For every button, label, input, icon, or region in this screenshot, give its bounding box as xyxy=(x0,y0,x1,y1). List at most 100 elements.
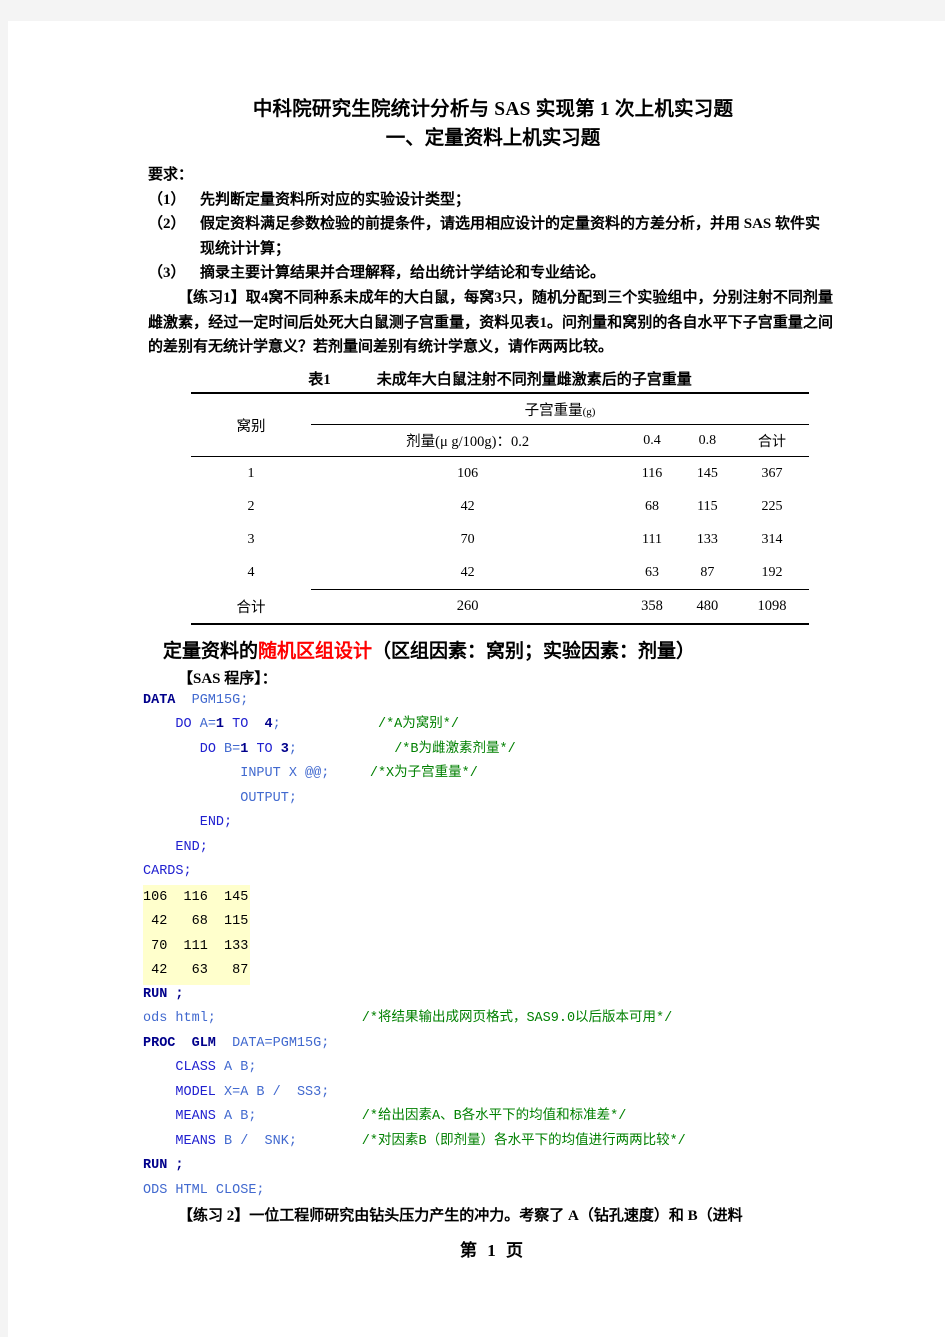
code-token: DATA=PGM15G; xyxy=(232,1035,330,1051)
code-line: MEANS B / SNK; /*对因素B（即剂量）各水平下的均值进行两两比较*… xyxy=(143,1130,833,1155)
code-token: /*A为窝别*/ xyxy=(377,717,459,733)
code-token: A B; xyxy=(224,1109,257,1125)
span-header-unit: (g) xyxy=(582,405,596,418)
code-token: ; xyxy=(288,741,297,757)
requirement-number: （3） xyxy=(148,264,186,281)
column-header-dose-04: 0.4 xyxy=(643,432,661,448)
row-label: 4 xyxy=(247,564,255,580)
code-token: ods html; xyxy=(143,1011,216,1027)
code-data-line-highlight: 70 111 133 xyxy=(143,933,251,961)
cell-value: 63 xyxy=(644,564,659,580)
code-token: 42 63 87 xyxy=(143,963,249,979)
requirements-list: （1） 先判断定量资料所对应的实验设计类型； （2） 假定资料满足参数检验的前提… xyxy=(148,188,833,285)
requirement-number: （2） xyxy=(148,216,186,233)
section-heading-suffix: （区组因素：窝别；实验因素：剂量） xyxy=(372,641,696,663)
code-token: RUN ; xyxy=(143,1158,184,1174)
cell-value: 367 xyxy=(735,456,809,491)
code-line: 42 63 87 xyxy=(143,958,833,985)
total-value: 1098 xyxy=(735,589,809,626)
table-caption-text: 未成年大白鼠注射不同剂量雌激素后的子宫重量 xyxy=(376,372,692,389)
section-heading-highlight: 随机区组设计 xyxy=(258,641,373,663)
code-token: 3 xyxy=(280,741,289,757)
requirement-number: （1） xyxy=(148,192,186,209)
code-token: MEANS xyxy=(175,1109,216,1125)
code-line: PROC GLM DATA=PGM15G; xyxy=(143,1032,833,1057)
code-token: MEANS xyxy=(175,1133,216,1149)
code-token: PROC xyxy=(143,1035,176,1051)
requirements-label: 要求： xyxy=(148,166,194,183)
cell-value: 116 xyxy=(624,456,680,491)
code-data-line-highlight: 42 68 115 xyxy=(143,909,251,936)
cell-value: 70 xyxy=(460,531,475,547)
cell-value: 87 xyxy=(700,564,715,580)
cell-value: 68 xyxy=(644,498,659,514)
column-header-litter: 窝别 xyxy=(191,392,311,457)
table-row: 3 70 111 133 314 xyxy=(191,523,809,556)
row-label: 1 xyxy=(191,456,311,491)
code-token: CARDS; xyxy=(143,864,192,880)
code-line: DATA PGM15G; xyxy=(143,689,833,714)
section-heading-prefix: 定量资料的 xyxy=(163,641,259,663)
code-token: RUN ; xyxy=(143,986,184,1002)
document-subtitle: 一、定量资料上机实习题 xyxy=(385,128,601,150)
cell-value: 192 xyxy=(761,564,783,580)
code-token: ; xyxy=(272,717,281,733)
code-token: 4 xyxy=(264,717,273,733)
code-token: 106 116 145 xyxy=(143,889,249,905)
span-header-text: 子宫重量 xyxy=(524,402,583,419)
list-item: （3） 摘录主要计算结果并合理解释，给出统计学结论和专业结论。 xyxy=(148,261,833,285)
document-page: 中科院研究生院统计分析与 SAS 实现第 1 次上机实习题 一、定量资料上机实习… xyxy=(8,21,945,1337)
table-1-container: 表1 未成年大白鼠注射不同剂量雌激素后的子宫重量 窝别 子宫重量(g) 剂量(μ … xyxy=(191,368,809,626)
total-value: 260 xyxy=(311,589,625,626)
code-token: END; xyxy=(199,815,233,831)
code-line: OUTPUT; xyxy=(143,787,833,812)
code-line: 70 111 133 xyxy=(143,933,833,961)
exercise-2-paragraph: 【练习 2】一位工程师研究由钻头压力产生的冲力。考察了 A（钻孔速度）和 B（进… xyxy=(178,1208,743,1225)
requirement-text: 摘录主要计算结果并合理解释，给出统计学结论和专业结论。 xyxy=(200,264,606,281)
code-token: PGM15G; xyxy=(191,692,249,708)
table-row: 2 42 68 115 225 xyxy=(191,490,809,523)
row-label: 2 xyxy=(247,498,255,514)
code-token: /*将结果输出成网页格式，SAS9.0以后版本可用*/ xyxy=(361,1011,673,1027)
column-header-dose: 剂量(μ g/100g)：0.2 xyxy=(406,434,530,451)
code-line: END; xyxy=(143,836,833,861)
row-label: 3 xyxy=(247,531,255,547)
code-token: B / SNK; xyxy=(224,1133,297,1149)
code-line: RUN ; xyxy=(143,983,833,1008)
section-heading: 定量资料的随机区组设计（区组因素：窝别；实验因素：剂量） xyxy=(163,639,833,665)
code-line: DO A=1 TO 4; /*A为窝别*/ xyxy=(143,713,833,738)
table-caption: 表1 未成年大白鼠注射不同剂量雌激素后的子宫重量 xyxy=(191,368,809,392)
code-token: MODEL xyxy=(175,1084,216,1100)
page-footer: 第 1 页 xyxy=(460,1240,526,1260)
code-token: TO xyxy=(256,741,273,757)
column-header-uterus-weight: 子宫重量(g) xyxy=(311,392,809,426)
table-total-row: 合计 260 358 480 1098 xyxy=(191,589,809,626)
cell-value: 145 xyxy=(679,456,736,491)
code-token: OUTPUT; xyxy=(240,790,297,806)
code-line: END; xyxy=(143,811,833,836)
code-data-line-highlight: 106 116 145 xyxy=(143,884,251,912)
page-content: 中科院研究生院统计分析与 SAS 实现第 1 次上机实习题 一、定量资料上机实习… xyxy=(143,96,833,1261)
cell-value: 42 xyxy=(460,564,475,580)
cell-value: 115 xyxy=(697,498,718,514)
table-header: 窝别 子宫重量(g) 剂量(μ g/100g)：0.2 0.4 0.8 合计 xyxy=(191,392,809,457)
column-header-dose-08: 0.8 xyxy=(698,432,717,448)
